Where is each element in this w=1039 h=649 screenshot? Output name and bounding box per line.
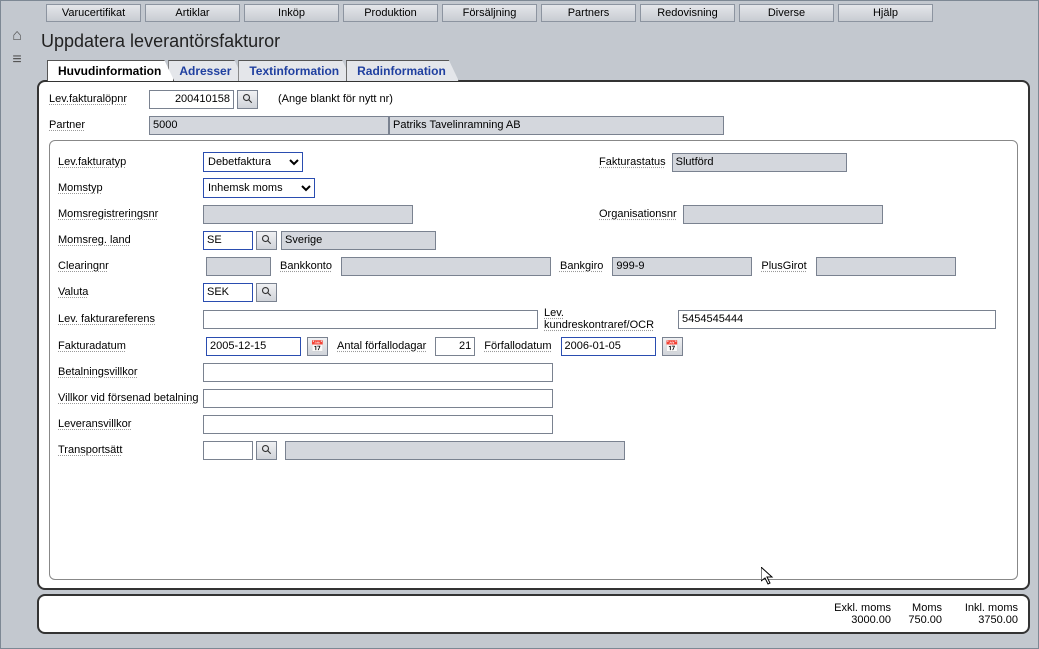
momsregland-lookup-icon[interactable] (256, 231, 277, 250)
betalningsvillkor-label: Betalningsvillkor (58, 366, 203, 378)
top-menu: Varucertifikat Artiklar Inköp Produktion… (1, 1, 1038, 22)
momsregland-name: Sverige (281, 231, 436, 250)
totals-v-inkl: 3750.00 (948, 614, 1018, 626)
fakturatyp-label: Lev.fakturatyp (58, 156, 203, 168)
valuta-input[interactable] (203, 283, 253, 302)
menu-inkop[interactable]: Inköp (244, 4, 339, 22)
momsregland-label: Momsreg. land (58, 234, 203, 246)
lopnr-lookup-icon[interactable] (237, 90, 258, 109)
clearingnr-label: Clearingnr (58, 260, 203, 272)
menu-redovisning[interactable]: Redovisning (640, 4, 735, 22)
fakturaref-input[interactable] (203, 310, 538, 329)
orgnr-value (683, 205, 883, 224)
totals: Exkl. moms Moms Inkl. moms 3000.00 750.0… (821, 602, 1018, 626)
valuta-label: Valuta (58, 286, 203, 298)
menu-varucertifikat[interactable]: Varucertifikat (46, 4, 141, 22)
totals-v-moms: 750.00 (897, 614, 942, 626)
villkor-forsenad-input[interactable] (203, 389, 553, 408)
totals-h-inkl: Inkl. moms (948, 602, 1018, 614)
momstyp-select[interactable]: Inhemsk moms (203, 178, 315, 198)
partner-name: Patriks Tavelinramning AB (389, 116, 724, 135)
transportsatt-name (285, 441, 625, 460)
tab-textinformation[interactable]: Textinformation (238, 60, 352, 81)
partner-code: 5000 (149, 116, 389, 135)
home-icon[interactable]: ⌂ (5, 27, 29, 45)
leveransvillkor-label: Leveransvillkor (58, 418, 203, 430)
fakturatyp-select[interactable]: Debetfaktura (203, 152, 303, 172)
menu-produktion[interactable]: Produktion (343, 4, 438, 22)
partner-label: Partner (49, 119, 149, 131)
valuta-lookup-icon[interactable] (256, 283, 277, 302)
tab-bar: Huvudinformation Adresser Textinformatio… (47, 60, 1034, 81)
forfallodatum-calendar-icon[interactable]: 📅 (662, 337, 683, 356)
bankkonto-label: Bankkonto (274, 260, 338, 272)
menu-artiklar[interactable]: Artiklar (145, 4, 240, 22)
lopnr-label: Lev.fakturalöpnr (49, 93, 149, 105)
tab-radinformation[interactable]: Radinformation (346, 60, 459, 81)
plusgirot-label: PlusGirot (755, 260, 812, 272)
menu-hjalp[interactable]: Hjälp (838, 4, 933, 22)
forfallodatum-label: Förfallodatum (478, 340, 557, 352)
totals-h-exkl: Exkl. moms (821, 602, 891, 614)
momsreg-label: Momsregistreringsnr (58, 208, 203, 220)
fakturastatus-value: Slutförd (672, 153, 847, 172)
menu-forsaljning[interactable]: Försäljning (442, 4, 537, 22)
kundres-label: Lev. kundreskontraref/OCR (538, 307, 678, 331)
transportsatt-lookup-icon[interactable] (256, 441, 277, 460)
plusgirot-value (816, 257, 956, 276)
forfallodagar-input[interactable] (435, 337, 475, 356)
momsreg-value (203, 205, 413, 224)
bankgiro-label: Bankgiro (554, 260, 609, 272)
kundres-input[interactable] (678, 310, 996, 329)
menu-partners[interactable]: Partners (541, 4, 636, 22)
page-title: Uppdatera leverantörsfakturor (33, 27, 1034, 60)
forfallodatum-input[interactable] (561, 337, 656, 356)
momsregland-code-input[interactable] (203, 231, 253, 250)
list-icon[interactable]: ≡ (5, 51, 29, 69)
fakturaref-label: Lev. fakturareferens (58, 313, 203, 325)
orgnr-label: Organisationsnr (593, 208, 683, 220)
leveransvillkor-input[interactable] (203, 415, 553, 434)
totals-h-moms: Moms (897, 602, 942, 614)
lopnr-hint: (Ange blankt för nytt nr) (278, 93, 393, 105)
momstyp-label: Momstyp (58, 182, 203, 194)
fakturadatum-input[interactable] (206, 337, 301, 356)
fakturastatus-label: Fakturastatus (593, 156, 672, 168)
tab-huvudinformation[interactable]: Huvudinformation (47, 60, 174, 81)
tab-adresser[interactable]: Adresser (168, 60, 244, 81)
lopnr-input[interactable] (149, 90, 234, 109)
sidebar: ⌂ ≡ (5, 27, 29, 75)
form-box: Lev.fakturatyp Debetfaktura Fakturastatu… (49, 140, 1018, 580)
transportsatt-label: Transportsätt (58, 444, 203, 456)
totals-v-exkl: 3000.00 (821, 614, 891, 626)
transportsatt-code-input[interactable] (203, 441, 253, 460)
menu-diverse[interactable]: Diverse (739, 4, 834, 22)
bankgiro-value: 999-9 (612, 257, 752, 276)
forfallodagar-label: Antal förfallodagar (331, 340, 432, 352)
fakturadatum-label: Fakturadatum (58, 340, 203, 352)
villkor-forsenad-label: Villkor vid försenad betalning (58, 392, 203, 404)
footer-panel: Exkl. moms Moms Inkl. moms 3000.00 750.0… (37, 594, 1030, 634)
betalningsvillkor-input[interactable] (203, 363, 553, 382)
fakturadatum-calendar-icon[interactable]: 📅 (307, 337, 328, 356)
header-panel: Lev.fakturalöpnr (Ange blankt för nytt n… (37, 80, 1030, 590)
bankkonto-value (341, 257, 551, 276)
clearingnr-value (206, 257, 271, 276)
